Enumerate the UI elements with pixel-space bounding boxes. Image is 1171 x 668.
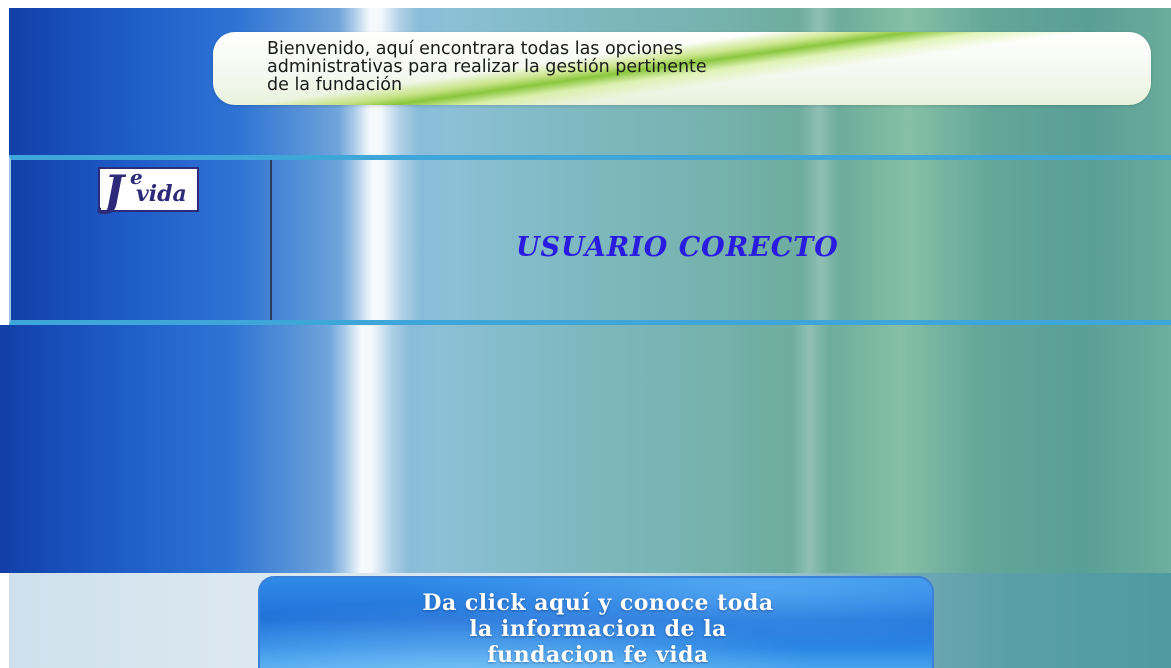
welcome-text: Bienvenido, aquí encontrara todas las op… [267, 39, 707, 95]
logo-word: vida [136, 181, 187, 207]
footer-strip: Da click aquí y conoce toda la informaci… [9, 573, 1171, 668]
page: Bienvenido, aquí encontrara todas las op… [0, 0, 1171, 668]
fe-vida-logo[interactable]: J e vida [98, 167, 199, 212]
logo-letter: J [104, 166, 124, 215]
welcome-banner: Bienvenido, aquí encontrara todas las op… [213, 32, 1151, 105]
content-area [0, 325, 1171, 573]
status-band: J e vida USUARIO CORECTO [9, 155, 1171, 325]
header: Bienvenido, aquí encontrara todas las op… [9, 8, 1171, 155]
info-button-label: Da click aquí y conoce toda la informaci… [422, 590, 774, 668]
foundation-info-button[interactable]: Da click aquí y conoce toda la informaci… [258, 576, 934, 668]
logo-cell: J e vida [11, 160, 272, 320]
status-message: USUARIO CORECTO [516, 232, 839, 263]
